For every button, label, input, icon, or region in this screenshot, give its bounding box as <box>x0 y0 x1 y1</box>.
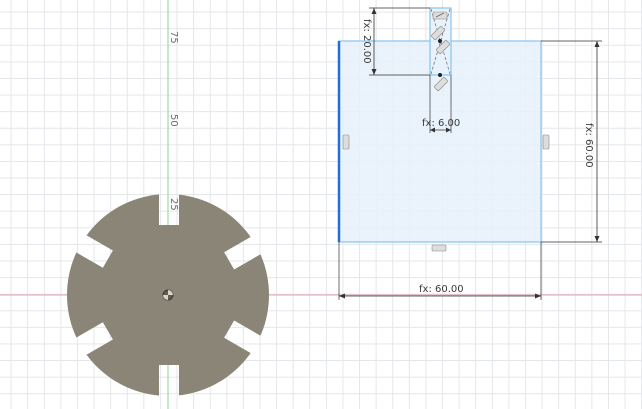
ruler-label-75: 75 <box>168 31 179 44</box>
midpoint-constraint-icon[interactable] <box>431 244 447 252</box>
dimension-square-width-label[interactable]: fx: 60.00 <box>419 284 464 295</box>
slot-bottom-point[interactable] <box>438 73 442 77</box>
sketch-canvas[interactable]: 75 50 25 <box>0 0 642 409</box>
origin-icon[interactable] <box>162 289 174 301</box>
midpoint-constraint-icon[interactable] <box>342 134 350 150</box>
dimension-square-height[interactable]: fx: 60.00 <box>541 40 602 243</box>
ruler-label-50: 50 <box>168 114 179 127</box>
midpoint-constraint-icon[interactable] <box>542 134 550 150</box>
dimension-slot-width-label[interactable]: fx: 6.00 <box>422 118 460 129</box>
dimension-slot-height-label[interactable]: fx: 20.00 <box>361 19 372 64</box>
dimension-square-height-label[interactable]: fx: 60.00 <box>583 123 594 168</box>
sketch-svg[interactable]: 75 50 25 <box>0 0 642 409</box>
parallel-constraint-icon[interactable] <box>432 11 448 20</box>
slot-center-point[interactable] <box>438 39 442 43</box>
